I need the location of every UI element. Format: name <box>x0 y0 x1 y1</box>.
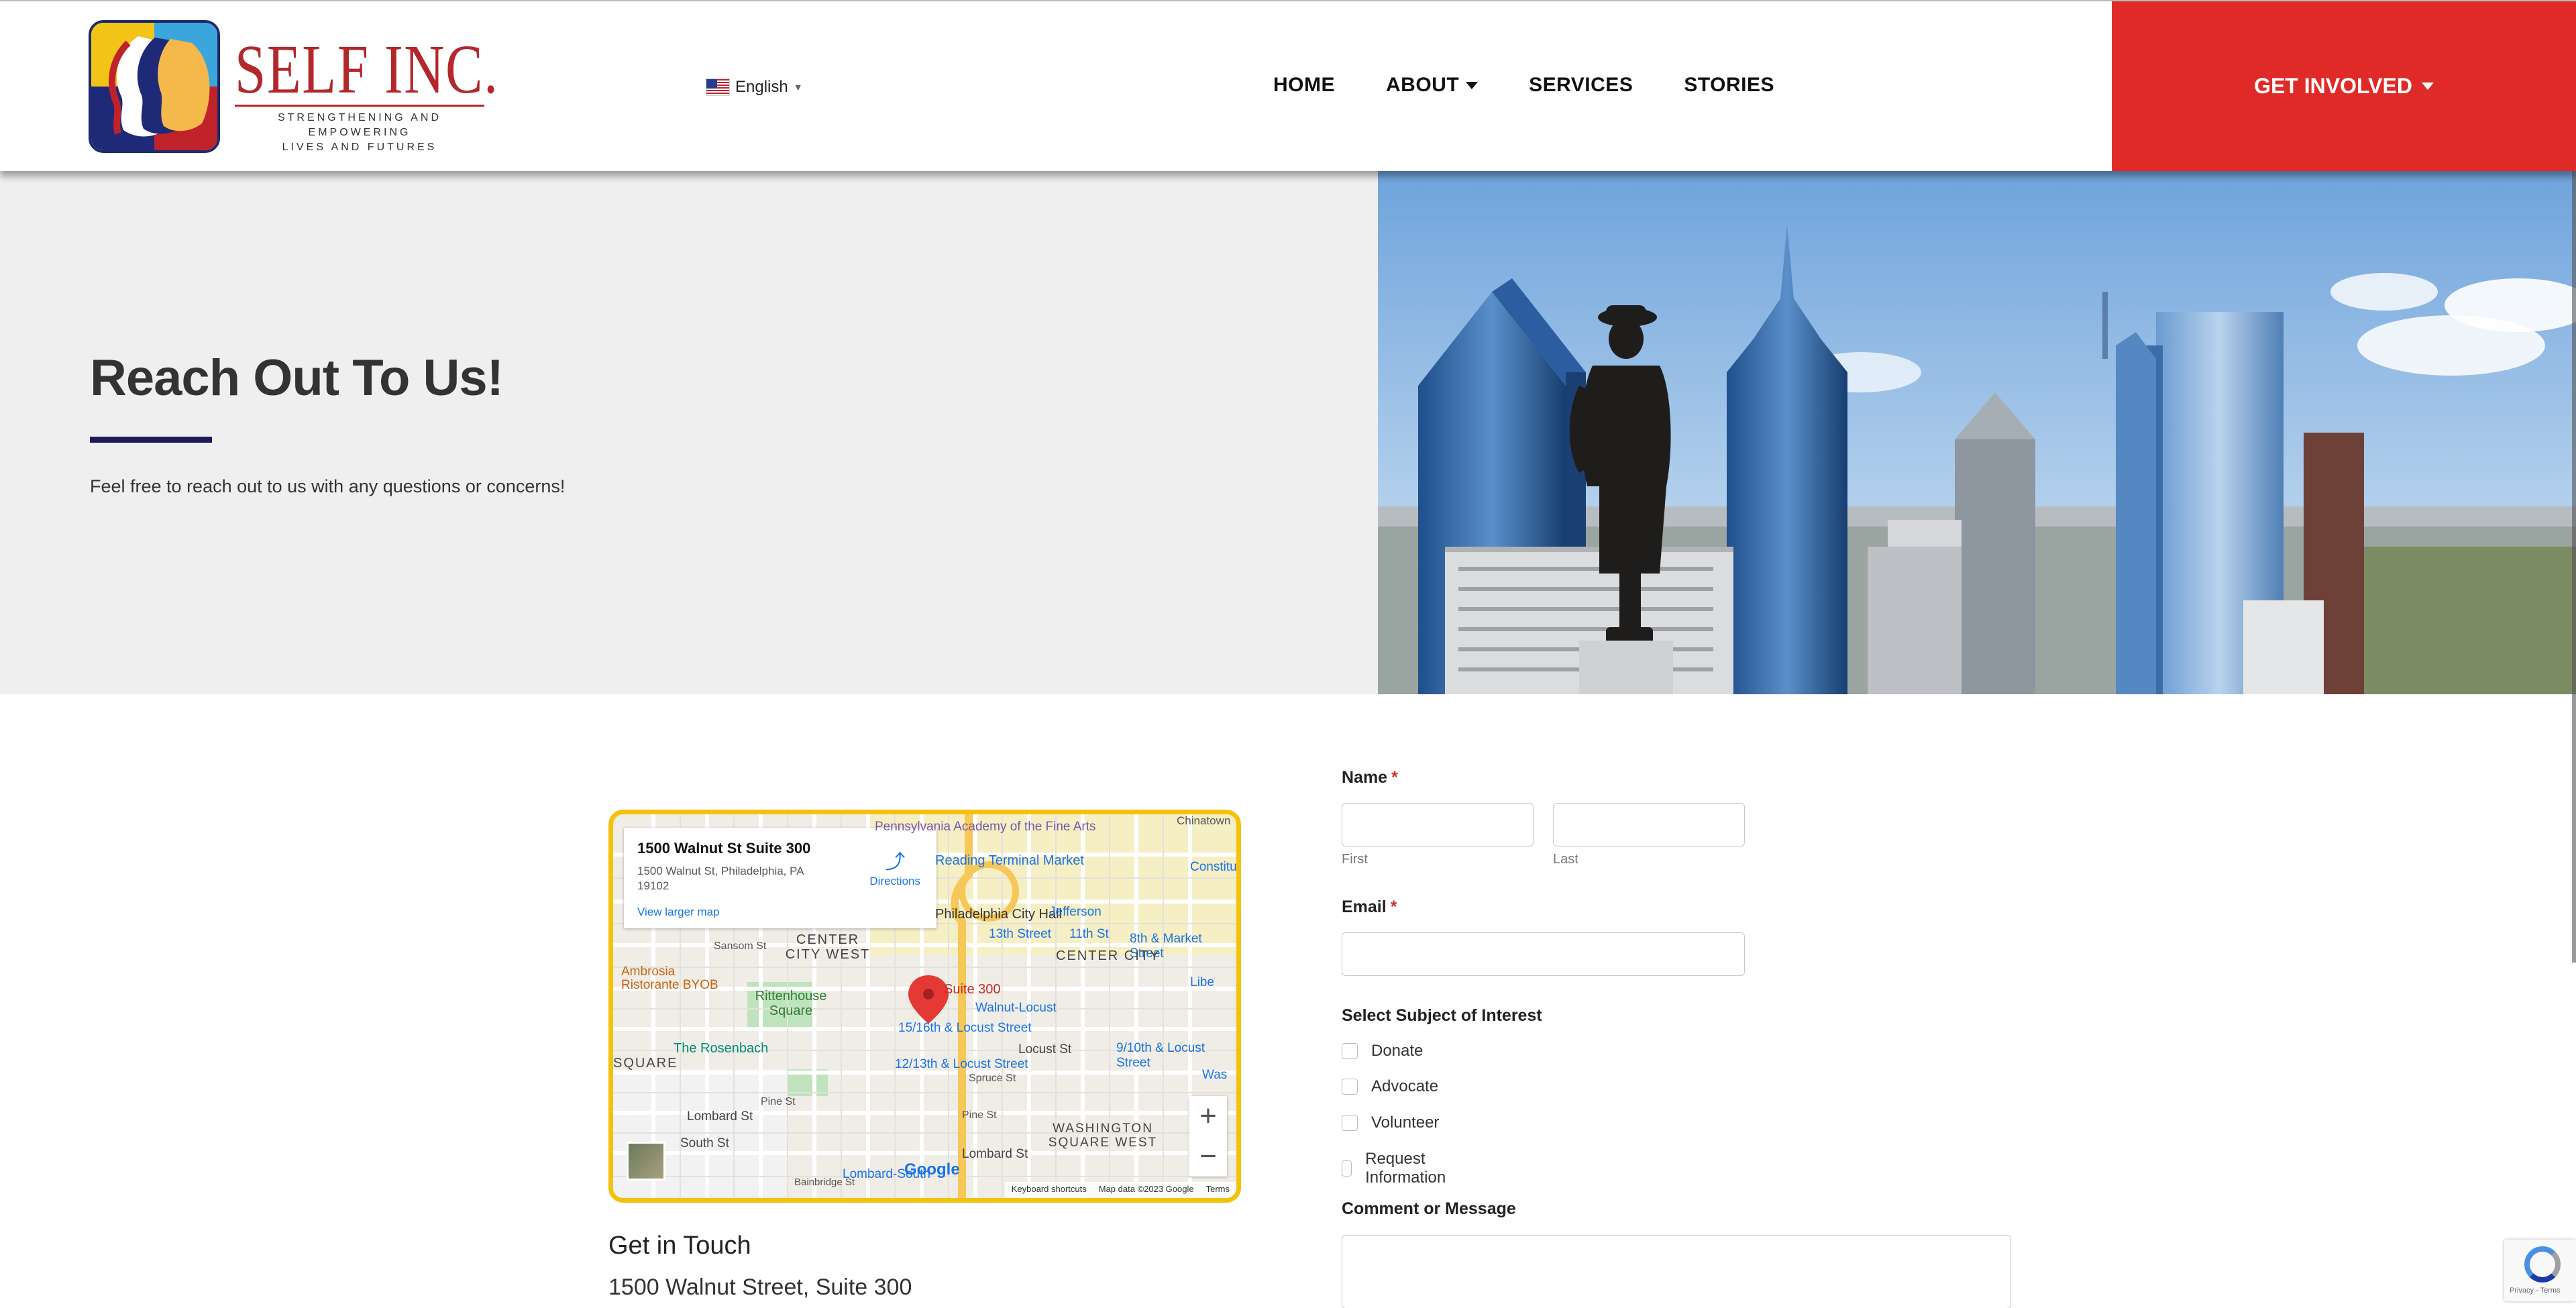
first-name-sublabel: First <box>1342 852 1368 867</box>
get-involved-label: GET INVOLVED <box>2254 74 2412 98</box>
map-label: WASHINGTON SQUARE WEST <box>1048 1122 1158 1150</box>
subject-label: Select Subject of Interest <box>1342 1006 1542 1025</box>
hero-section: Reach Out To Us! Feel free to reach out … <box>0 171 2576 694</box>
chevron-down-icon <box>1466 81 1479 89</box>
map-label: Philadelphia City Hall <box>935 907 1062 922</box>
map-label: Spruce St <box>969 1073 1016 1084</box>
title-underline <box>90 437 212 443</box>
last-name-sublabel: Last <box>1553 852 1578 867</box>
recaptcha-text[interactable]: Privacy - Terms <box>2510 1287 2561 1295</box>
brand-wordmark[interactable]: SELF INC. STRENGTHENING AND EMPOWERING L… <box>235 31 499 155</box>
directions-button[interactable]: ⤴ Directions <box>869 845 920 888</box>
nav-home[interactable]: HOME <box>1273 74 1335 97</box>
brand-tagline-2: LIVES AND FUTURES <box>282 142 437 153</box>
map-label: SQUARE <box>613 1056 678 1071</box>
get-in-touch-heading: Get in Touch <box>608 1232 751 1260</box>
map-label: Pine St <box>761 1096 796 1107</box>
comment-label: Comment or Message <box>1342 1199 1516 1218</box>
map-label: Lombard St <box>687 1109 753 1124</box>
email-label: Email * <box>1342 897 1397 916</box>
map-label: Jefferson <box>1049 905 1102 919</box>
directions-icon: ⤴ <box>885 851 906 873</box>
recaptcha-badge[interactable]: Privacy - Terms <box>2504 1240 2576 1301</box>
nav-about[interactable]: ABOUT <box>1386 74 1479 97</box>
view-larger-map-link[interactable]: View larger map <box>637 906 923 919</box>
google-logo: Google <box>904 1160 960 1179</box>
recaptcha-icon <box>2524 1246 2561 1283</box>
map-label: Lombard St <box>962 1147 1028 1161</box>
zoom-in-button[interactable]: + <box>1189 1096 1227 1136</box>
map-label: CENTER CITY <box>1056 948 1161 963</box>
map-label: Reading Terminal Market <box>935 853 1084 868</box>
comment-textarea[interactable] <box>1342 1235 2011 1308</box>
satellite-toggle[interactable] <box>627 1142 665 1181</box>
caret-down-icon: ▼ <box>793 82 803 93</box>
name-label: Name * <box>1342 768 1398 787</box>
email-input[interactable] <box>1342 932 1745 976</box>
map-label: 12/13th & Locust Street <box>895 1057 1028 1071</box>
map-label: Sansom St <box>714 940 767 952</box>
map-footer: Keyboard shortcuts Map data ©2023 Google… <box>1004 1182 1236 1198</box>
map-label: Rittenhouse Square <box>755 989 827 1018</box>
chevron-down-icon <box>2421 83 2434 90</box>
checkbox-volunteer[interactable]: Volunteer <box>1342 1113 1439 1132</box>
google-map-embed[interactable]: 1500 Walnut St Suite 300 1500 Walnut St,… <box>608 810 1241 1203</box>
map-label: 11th St <box>1069 927 1109 941</box>
map-data-text: Map data ©2023 Google <box>1098 1184 1194 1194</box>
map-label: CENTER CITY WEST <box>785 932 871 962</box>
keyboard-shortcuts-link[interactable]: Keyboard shortcuts <box>1012 1184 1087 1196</box>
language-selector[interactable]: English ▼ <box>706 78 803 97</box>
last-name-input[interactable] <box>1553 803 1745 847</box>
map-label: The Rosenbach <box>674 1041 769 1056</box>
checkbox-request-information[interactable]: Request Information <box>1342 1150 1452 1187</box>
checkbox-advocate[interactable]: Advocate <box>1342 1077 1438 1096</box>
get-involved-button[interactable]: GET INVOLVED <box>2112 1 2576 171</box>
main-nav: HOME ABOUT SERVICES STORIES <box>1273 74 1825 97</box>
map-label: Pine St <box>962 1109 997 1121</box>
logo-icon[interactable] <box>89 20 220 153</box>
map-label: Ambrosia Ristorante BYOB <box>621 965 718 992</box>
map-label: South St <box>680 1136 729 1150</box>
map-label: Constitu <box>1190 860 1237 874</box>
map-terms-link[interactable]: Terms <box>1206 1184 1230 1196</box>
map-label: 9/10th & Locust Street <box>1116 1041 1205 1070</box>
us-flag-icon <box>706 78 730 96</box>
nav-stories[interactable]: STORIES <box>1684 74 1774 97</box>
map-label: Pennsylvania Academy of the Fine Arts <box>875 820 1096 834</box>
map-label: Walnut-Locust <box>975 1001 1057 1015</box>
zoom-out-button[interactable]: − <box>1189 1136 1227 1177</box>
page-scrollbar[interactable] <box>2572 171 2576 963</box>
map-place-card: 1500 Walnut St Suite 300 1500 Walnut St,… <box>624 828 936 928</box>
map-label: Locust St <box>1018 1042 1072 1056</box>
checkbox-donate[interactable]: Donate <box>1342 1042 1423 1060</box>
brand-tagline-1: STRENGTHENING AND EMPOWERING <box>277 112 441 138</box>
map-pin-label: Suite 300 <box>944 982 1001 997</box>
site-header: SELF INC. STRENGTHENING AND EMPOWERING L… <box>0 0 2576 171</box>
map-label: Chinatown <box>1177 814 1231 827</box>
map-place-address: 1500 Walnut St, Philadelphia, PA 19102 <box>637 865 804 892</box>
map-label: Was <box>1202 1068 1228 1082</box>
first-name-input[interactable] <box>1342 803 1534 847</box>
hero-subtitle: Feel free to reach out to us with any qu… <box>90 476 566 496</box>
map-label: 13th Street <box>989 927 1051 941</box>
philadelphia-skyline-image <box>1378 171 2576 694</box>
map-label: 15/16th & Locust Street <box>898 1021 1032 1035</box>
map-label: Libe <box>1190 975 1214 989</box>
page-title: Reach Out To Us! <box>90 349 504 406</box>
language-label: English <box>735 78 788 96</box>
contact-address: 1500 Walnut Street, Suite 300 <box>608 1274 912 1300</box>
map-zoom-control: + − <box>1189 1096 1227 1177</box>
nav-services[interactable]: SERVICES <box>1529 74 1633 97</box>
brand-name: SELF INC. <box>235 31 499 108</box>
